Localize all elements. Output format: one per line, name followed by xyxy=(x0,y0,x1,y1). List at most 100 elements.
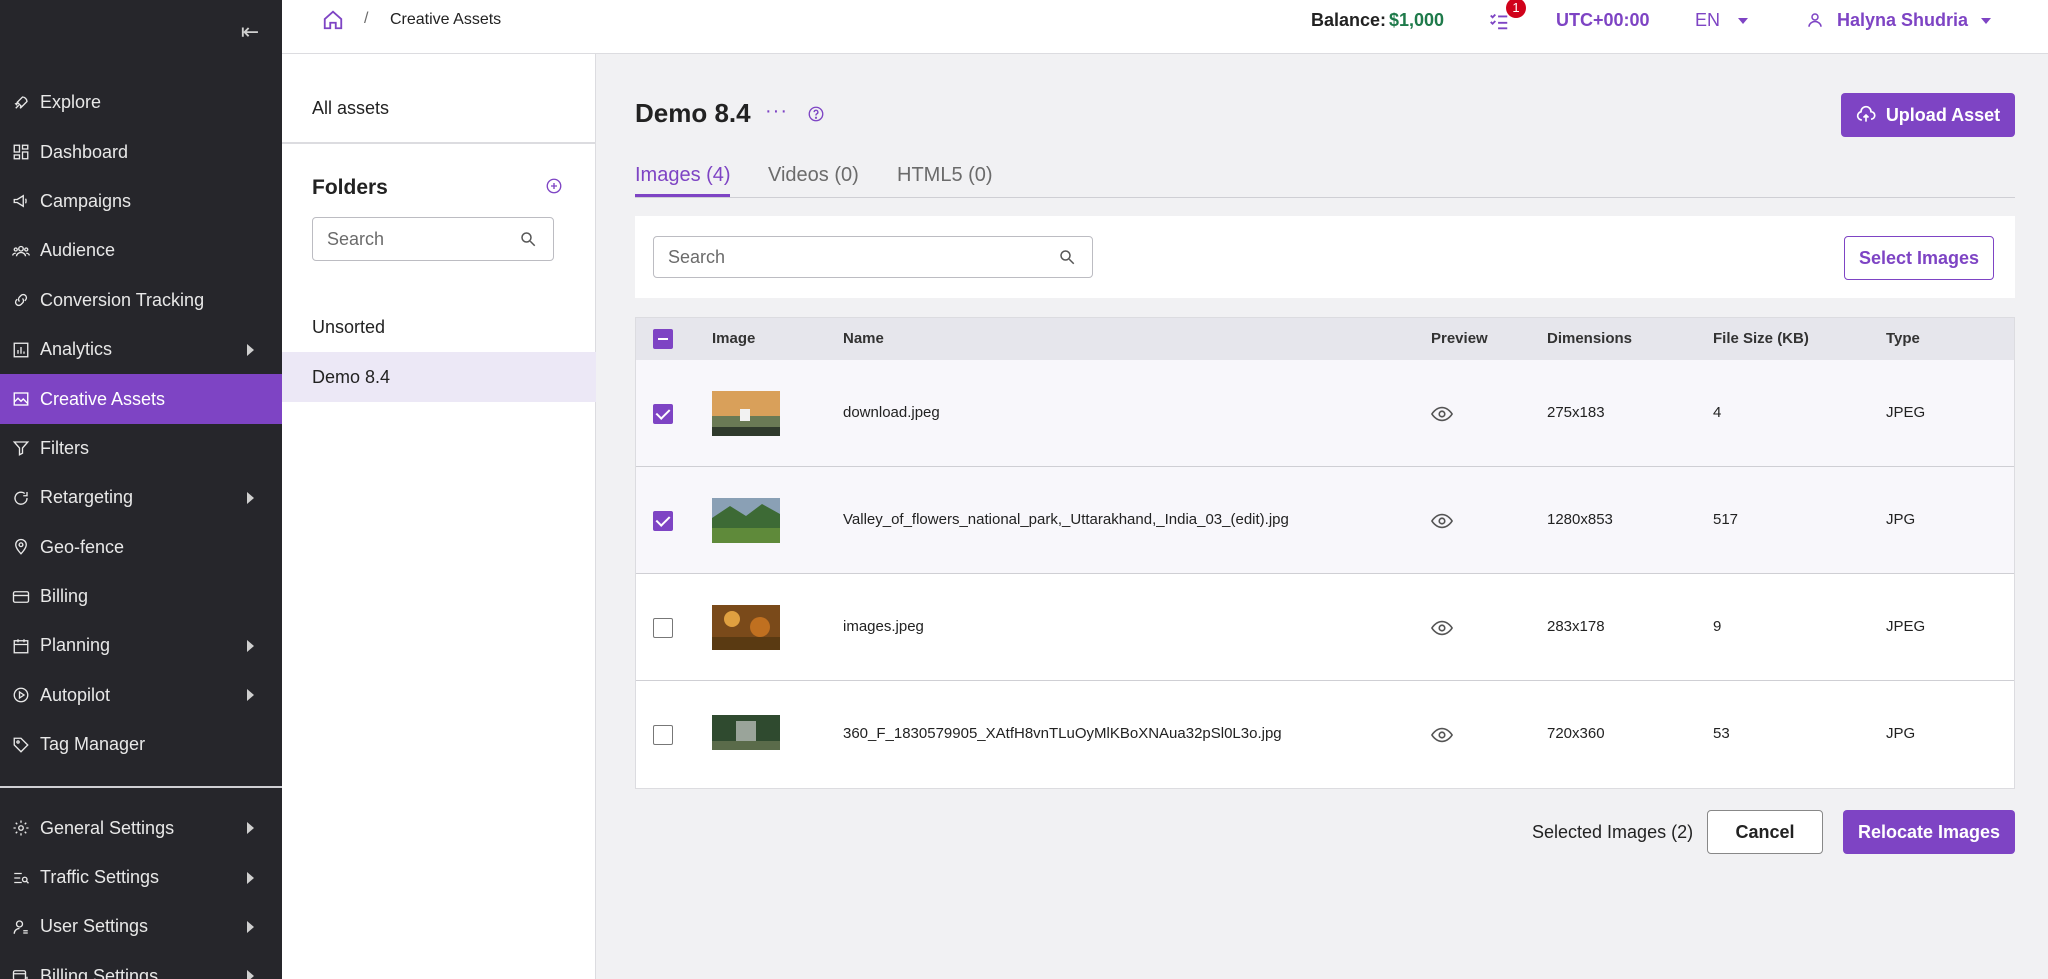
folder-item-demo[interactable]: Demo 8.4 xyxy=(282,352,596,402)
home-icon[interactable] xyxy=(322,9,346,33)
sidebar-item-billing-settings[interactable]: Billing Settings xyxy=(0,952,282,979)
sidebar-item-traffic-settings[interactable]: Traffic Settings xyxy=(0,853,282,902)
tag-icon xyxy=(12,736,30,754)
sidebar-item-campaigns[interactable]: Campaigns xyxy=(0,177,282,226)
language-selector[interactable]: EN xyxy=(1695,10,1720,31)
image-icon xyxy=(12,390,30,408)
chevron-down-icon[interactable] xyxy=(1738,18,1748,24)
play-circle-icon xyxy=(12,686,30,704)
add-folder-icon[interactable] xyxy=(545,177,563,195)
sidebar-item-label: Tag Manager xyxy=(40,734,146,755)
asset-tabs: Images (4) Videos (0) HTML5 (0) xyxy=(635,156,2015,198)
sidebar-item-geo-fence[interactable]: Geo-fence xyxy=(0,523,282,572)
user-settings-icon xyxy=(12,918,30,936)
sidebar-item-conversion-tracking[interactable]: Conversion Tracking xyxy=(0,276,282,325)
sidebar-item-label: Audience xyxy=(40,240,116,261)
sidebar-item-dashboard[interactable]: Dashboard xyxy=(0,127,282,176)
sidebar-item-autopilot[interactable]: Autopilot xyxy=(0,671,282,720)
sidebar-item-label: Geo-fence xyxy=(40,536,125,557)
row-checkbox[interactable] xyxy=(653,404,673,424)
help-icon[interactable] xyxy=(807,105,825,123)
selected-count: Selected Images (2) xyxy=(1532,822,1694,842)
file-type: JPEG xyxy=(1886,404,1926,421)
sidebar-item-label: Autopilot xyxy=(40,684,111,705)
sidebar-item-creative-assets[interactable]: Creative Assets xyxy=(0,374,282,424)
table-row[interactable]: download.jpeg 275x183 4 JPEG xyxy=(636,360,2014,467)
file-name: images.jpeg xyxy=(843,618,924,635)
file-type: JPG xyxy=(1886,511,1916,528)
page-title: Demo 8.4 xyxy=(635,98,751,128)
sidebar-item-retargeting[interactable]: Retargeting xyxy=(0,473,282,522)
folder-panel: All assets Folders Unsorted Demo 8.4 xyxy=(282,54,596,979)
assets-table: Image Name Preview Dimensions File Size … xyxy=(635,317,2015,789)
folder-item-unsorted[interactable]: Unsorted xyxy=(282,302,596,352)
search-icon[interactable] xyxy=(1058,248,1076,266)
dimensions: 275x183 xyxy=(1547,404,1605,421)
table-row[interactable]: 360_F_1830579905_XAtfH8vnTLuOyMlKBoXNAua… xyxy=(636,681,2014,788)
breadcrumb[interactable]: Creative Assets xyxy=(390,11,501,29)
tab-html5[interactable]: HTML5 (0) xyxy=(897,164,993,187)
sidebar-item-analytics[interactable]: Analytics xyxy=(0,325,282,374)
eye-icon[interactable] xyxy=(1430,513,1454,529)
balance-value: $1,000 xyxy=(1389,10,1445,30)
asset-search-input[interactable] xyxy=(654,237,1034,277)
image-thumbnail xyxy=(712,498,780,543)
select-all-checkbox[interactable] xyxy=(653,329,673,349)
asset-search xyxy=(653,236,1093,278)
user-menu[interactable]: Halyna Shudria xyxy=(1837,10,1968,31)
collapse-sidebar-icon[interactable]: ⇤ xyxy=(236,20,264,44)
folders-divider xyxy=(282,142,596,144)
chevron-right-icon xyxy=(247,639,254,652)
eye-icon[interactable] xyxy=(1430,406,1454,422)
image-thumbnail xyxy=(712,715,780,750)
column-header-dimensions: Dimensions xyxy=(1547,330,1633,347)
calendar-icon xyxy=(12,637,30,655)
sidebar-item-label: Dashboard xyxy=(40,141,129,162)
tab-images[interactable]: Images (4) xyxy=(635,164,731,187)
table-row[interactable]: Valley_of_flowers_national_park,_Uttarak… xyxy=(636,467,2014,574)
sidebar-item-user-settings[interactable]: User Settings xyxy=(0,902,282,951)
balance-label: Balance: xyxy=(1311,10,1387,30)
chevron-down-icon[interactable] xyxy=(1981,18,1991,24)
sidebar-item-label: Billing Settings xyxy=(40,965,159,979)
sidebar-item-explore[interactable]: Explore xyxy=(0,78,282,127)
dimensions: 283x178 xyxy=(1547,618,1605,635)
chevron-right-icon xyxy=(247,689,254,702)
folder-search-input[interactable] xyxy=(313,218,493,260)
breadcrumb-separator: / xyxy=(364,10,369,27)
credit-card-icon xyxy=(12,588,30,606)
sidebar-item-filters[interactable]: Filters xyxy=(0,424,282,473)
eye-icon[interactable] xyxy=(1430,727,1454,743)
sidebar-item-general-settings[interactable]: General Settings xyxy=(0,803,282,852)
user-icon[interactable] xyxy=(1806,11,1824,29)
file-name: download.jpeg xyxy=(843,404,940,421)
row-checkbox[interactable] xyxy=(653,725,673,745)
file-name: Valley_of_flowers_national_park,_Uttarak… xyxy=(843,511,1289,528)
sidebar-item-audience[interactable]: Audience xyxy=(0,226,282,275)
dimensions: 1280x853 xyxy=(1547,511,1613,528)
sidebar-item-tag-manager[interactable]: Tag Manager xyxy=(0,720,282,769)
search-icon[interactable] xyxy=(519,230,537,248)
relocate-images-button[interactable]: Relocate Images xyxy=(1843,810,2015,854)
more-options-icon[interactable]: ··· xyxy=(765,100,788,123)
row-checkbox[interactable] xyxy=(653,511,673,531)
select-images-button[interactable]: Select Images xyxy=(1844,236,1994,280)
bar-chart-icon xyxy=(12,341,30,359)
table-row[interactable]: images.jpeg 283x178 9 JPEG xyxy=(636,574,2014,681)
cancel-button[interactable]: Cancel xyxy=(1707,810,1823,854)
file-size: 53 xyxy=(1713,725,1730,742)
chevron-right-icon xyxy=(247,491,254,504)
sidebar-nav: Explore Dashboard Campaigns Audience Con… xyxy=(0,78,282,979)
sidebar-item-billing[interactable]: Billing xyxy=(0,572,282,621)
upload-asset-button[interactable]: Upload Asset xyxy=(1841,93,2015,137)
eye-icon[interactable] xyxy=(1430,620,1454,636)
all-assets-link[interactable]: All assets xyxy=(312,98,389,119)
row-checkbox[interactable] xyxy=(653,618,673,638)
tab-videos[interactable]: Videos (0) xyxy=(768,164,859,187)
sidebar-item-planning[interactable]: Planning xyxy=(0,621,282,670)
location-pin-icon xyxy=(12,538,30,556)
file-name: 360_F_1830579905_XAtfH8vnTLuOyMlKBoXNAua… xyxy=(843,725,1282,742)
filter-icon xyxy=(12,439,30,457)
sidebar-item-label: General Settings xyxy=(40,817,175,838)
timezone-selector[interactable]: UTC+00:00 xyxy=(1556,10,1650,31)
